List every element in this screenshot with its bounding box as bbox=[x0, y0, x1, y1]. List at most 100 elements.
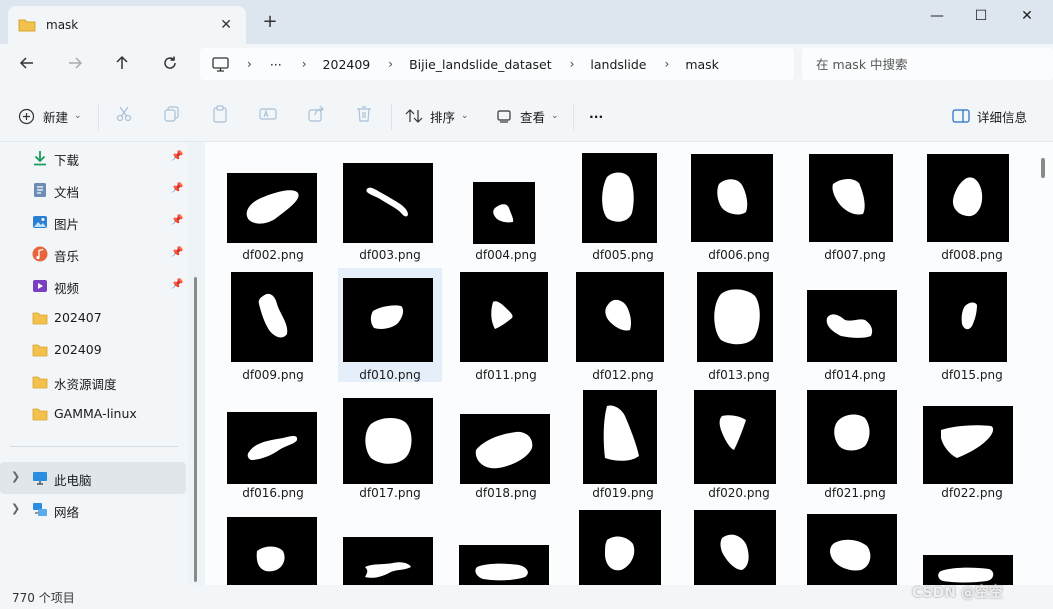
sidebar-item-label: 音乐 bbox=[54, 249, 80, 264]
search-box[interactable] bbox=[802, 48, 1053, 80]
sort-button[interactable]: 排序 ⌄ bbox=[405, 102, 469, 130]
view-button[interactable]: 查看 ⌄ bbox=[496, 102, 559, 130]
file-item-df013[interactable]: df013.png bbox=[687, 268, 791, 382]
file-name: df018.png bbox=[475, 486, 537, 500]
file-item-row4[interactable] bbox=[338, 508, 442, 585]
file-item-df005[interactable]: df005.png bbox=[571, 153, 675, 268]
breadcrumb-overflow[interactable]: ··· bbox=[270, 57, 282, 72]
cut-icon[interactable] bbox=[114, 104, 138, 128]
file-name: df005.png bbox=[592, 248, 654, 262]
file-item-df003[interactable]: df003.png bbox=[338, 154, 442, 268]
file-item-df020[interactable]: df020.png bbox=[687, 386, 791, 500]
file-item-row4[interactable] bbox=[571, 508, 675, 585]
content-scrollbar-thumb[interactable] bbox=[1041, 158, 1045, 178]
file-thumbnail bbox=[460, 414, 550, 484]
sidebar-item-network[interactable]: ❯ 网络 bbox=[0, 494, 186, 526]
search-input[interactable] bbox=[816, 56, 1016, 72]
details-button[interactable]: 详细信息 bbox=[952, 102, 1027, 130]
file-item-df011[interactable]: df011.png bbox=[454, 268, 558, 382]
file-item-row4[interactable] bbox=[221, 508, 325, 585]
close-window-button[interactable]: ✕ bbox=[1004, 4, 1050, 28]
file-name: df013.png bbox=[708, 368, 770, 382]
file-item-df010[interactable]: df010.png bbox=[338, 268, 442, 382]
refresh-icon[interactable] bbox=[155, 52, 185, 80]
sidebar-item-202409[interactable]: 202409 bbox=[0, 334, 186, 366]
file-item-row4[interactable] bbox=[920, 508, 1024, 585]
file-item-df014[interactable]: df014.png bbox=[803, 268, 907, 382]
file-name: df011.png bbox=[475, 368, 537, 382]
file-item-row4[interactable] bbox=[454, 508, 558, 585]
pin-icon[interactable]: 📌 bbox=[171, 247, 183, 258]
file-name: df008.png bbox=[941, 248, 1003, 262]
sidebar-item-documents[interactable]: 文档 📌 bbox=[0, 174, 186, 206]
file-item-df007[interactable]: df007.png bbox=[803, 154, 907, 268]
file-name: df012.png bbox=[592, 368, 654, 382]
breadcrumb-separator: › bbox=[569, 57, 575, 71]
file-thumbnail bbox=[343, 537, 433, 585]
file-thumbnail bbox=[694, 510, 776, 585]
file-item-df006[interactable]: df006.png bbox=[687, 154, 791, 268]
file-item-df021[interactable]: df021.png bbox=[803, 386, 907, 500]
tab-mask[interactable]: mask ✕ bbox=[8, 6, 246, 44]
pin-icon[interactable]: 📌 bbox=[171, 279, 183, 290]
breadcrumb-mask[interactable]: mask bbox=[685, 57, 719, 72]
chevron-right-icon[interactable]: ❯ bbox=[11, 470, 20, 483]
sidebar-item-water-resources[interactable]: 水资源调度 bbox=[0, 366, 186, 398]
up-arrow-icon[interactable] bbox=[107, 52, 137, 80]
sidebar-item-downloads[interactable]: 下载 📌 bbox=[0, 142, 186, 174]
sidebar-scrollbar[interactable] bbox=[194, 142, 197, 585]
file-item-row4[interactable] bbox=[803, 508, 907, 585]
back-arrow-icon[interactable] bbox=[12, 52, 42, 80]
file-item-df016[interactable]: df016.png bbox=[221, 386, 325, 500]
file-item-df008[interactable]: df008.png bbox=[920, 154, 1024, 268]
file-thumbnail bbox=[809, 154, 893, 242]
new-button[interactable]: 新建 ⌄ bbox=[18, 102, 82, 130]
tab-title: mask bbox=[46, 18, 79, 32]
divider bbox=[391, 104, 392, 130]
chevron-down-icon: ⌄ bbox=[74, 111, 82, 121]
sidebar-item-pictures[interactable]: 图片 📌 bbox=[0, 206, 186, 238]
delete-icon[interactable] bbox=[354, 104, 378, 128]
breadcrumb-landslide[interactable]: landslide bbox=[590, 57, 646, 72]
more-options-button[interactable]: ··· bbox=[589, 102, 603, 130]
sidebar-item-gamma-linux[interactable]: GAMMA-linux bbox=[0, 398, 186, 430]
file-item-df017[interactable]: df017.png bbox=[338, 386, 442, 500]
file-item-df002[interactable]: df002.png bbox=[221, 154, 325, 268]
forward-arrow-icon[interactable] bbox=[60, 52, 90, 80]
file-thumbnail bbox=[460, 272, 548, 362]
copy-icon[interactable] bbox=[162, 104, 186, 128]
sidebar-item-music[interactable]: 音乐 📌 bbox=[0, 238, 186, 270]
new-tab-button[interactable]: + bbox=[258, 10, 282, 34]
file-item-df019[interactable]: df019.png bbox=[571, 386, 675, 500]
breadcrumb-bijie[interactable]: Bijie_landslide_dataset bbox=[409, 57, 552, 72]
file-thumbnail bbox=[473, 182, 535, 244]
maximize-button[interactable]: ☐ bbox=[958, 4, 1004, 28]
sidebar-item-videos[interactable]: 视频 📌 bbox=[0, 270, 186, 302]
chevron-right-icon[interactable]: ❯ bbox=[11, 502, 20, 515]
minimize-button[interactable]: — bbox=[914, 4, 960, 28]
pin-icon[interactable]: 📌 bbox=[171, 215, 183, 226]
rename-icon[interactable] bbox=[258, 104, 282, 128]
navigation-pane: 下载 📌 文档 📌 图片 📌 音乐 📌 视频 📌 202407 202409 水… bbox=[0, 142, 188, 585]
sidebar-item-202407[interactable]: 202407 bbox=[0, 302, 186, 334]
close-tab-icon[interactable]: ✕ bbox=[220, 17, 232, 33]
paste-icon[interactable] bbox=[210, 104, 234, 128]
pin-icon[interactable]: 📌 bbox=[171, 183, 183, 194]
file-item-df009[interactable]: df009.png bbox=[221, 268, 325, 382]
file-thumbnail bbox=[807, 514, 897, 585]
address-bar[interactable]: › ··· › 202409 › Bijie_landslide_dataset… bbox=[200, 48, 794, 80]
share-icon[interactable] bbox=[306, 104, 330, 128]
file-item-df012[interactable]: df012.png bbox=[571, 268, 675, 382]
file-name: df007.png bbox=[824, 248, 886, 262]
file-item-df022[interactable]: df022.png bbox=[920, 386, 1024, 500]
file-item-df018[interactable]: df018.png bbox=[454, 386, 558, 500]
pin-icon[interactable]: 📌 bbox=[171, 151, 183, 162]
scrollbar-thumb[interactable] bbox=[194, 277, 197, 582]
file-item-row4[interactable] bbox=[687, 508, 791, 585]
sidebar-item-label: 202407 bbox=[54, 310, 102, 325]
download-icon bbox=[34, 151, 46, 166]
file-item-df004[interactable]: df004.png bbox=[454, 154, 558, 268]
file-item-df015[interactable]: df015.png bbox=[920, 268, 1024, 382]
breadcrumb-202409[interactable]: 202409 bbox=[323, 57, 371, 72]
sidebar-item-this-pc[interactable]: ❯ 此电脑 bbox=[0, 462, 186, 494]
